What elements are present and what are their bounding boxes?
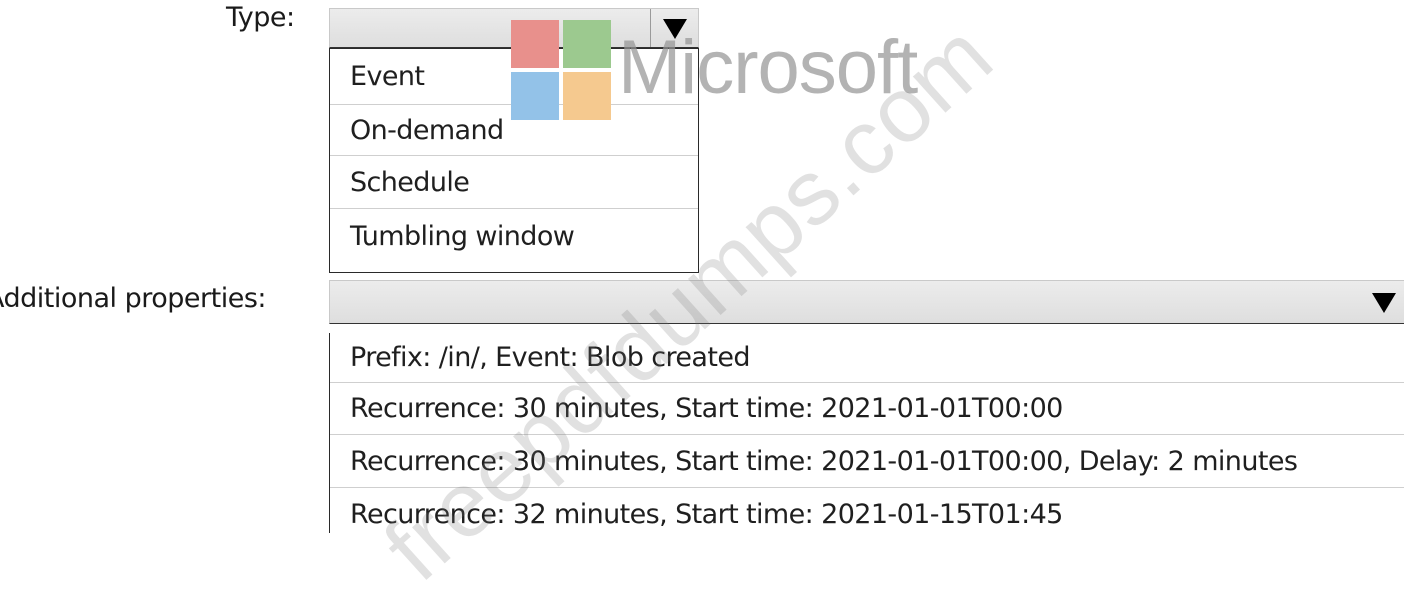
type-option-tumbling-window[interactable]: Tumbling window [330,209,698,263]
type-options-list: Event On-demand Schedule Tumbling window [329,48,699,273]
type-dropdown[interactable] [329,8,699,48]
triangle-down-icon [1372,293,1396,313]
additional-properties-option-4[interactable]: Recurrence: 32 minutes, Start time: 2021… [330,488,1404,540]
type-option-on-demand[interactable]: On-demand [330,105,698,156]
additional-properties-dropdown[interactable] [329,280,1404,324]
type-option-schedule[interactable]: Schedule [330,156,698,209]
additional-properties-label: Additional properties: [0,283,267,314]
additional-properties-options-list: Prefix: /in/, Event: Blob created Recurr… [329,333,1404,533]
triangle-down-icon [663,19,687,39]
additional-properties-option-3[interactable]: Recurrence: 30 minutes, Start time: 2021… [330,435,1404,488]
type-label: Type: [226,2,295,33]
type-option-event[interactable]: Event [330,49,698,105]
type-dropdown-button[interactable] [650,9,699,47]
additional-properties-option-1[interactable]: Prefix: /in/, Event: Blob created [330,333,1404,383]
additional-properties-dropdown-button[interactable] [1360,281,1404,323]
additional-properties-option-2[interactable]: Recurrence: 30 minutes, Start time: 2021… [330,383,1404,435]
